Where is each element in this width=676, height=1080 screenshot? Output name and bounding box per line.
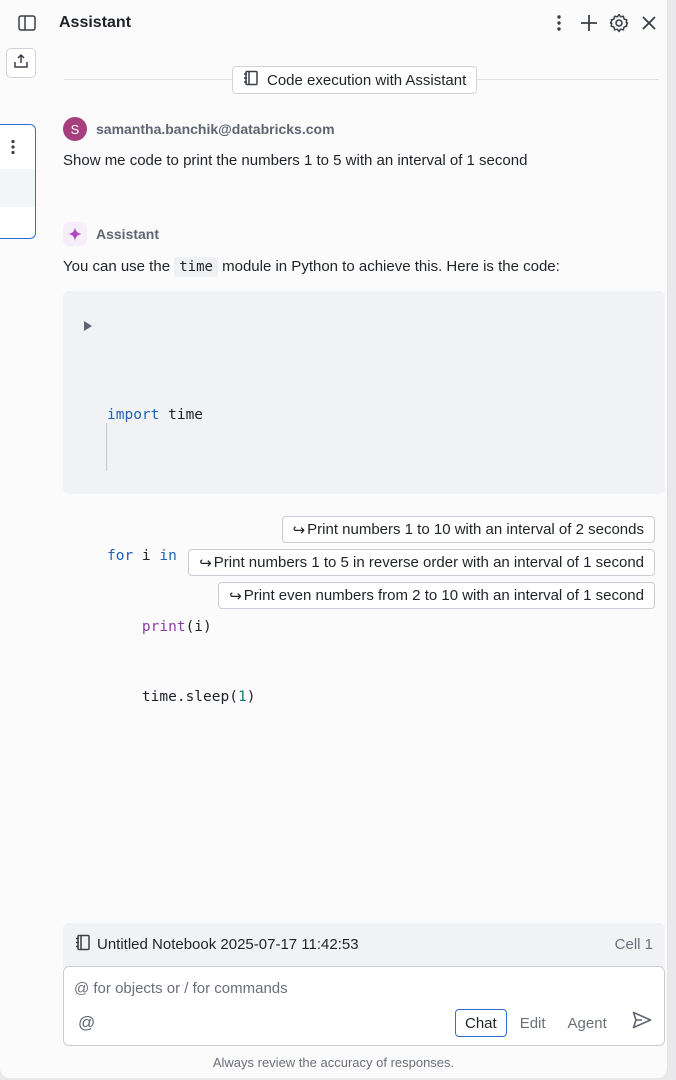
sparkle-icon <box>63 222 87 246</box>
avatar: S <box>63 117 87 141</box>
code-token: (i) <box>185 618 212 635</box>
code-line: time.sleep(1) <box>107 686 290 710</box>
inline-code: time <box>174 257 218 277</box>
indent-guide <box>106 423 107 471</box>
code-token: time.sleep( <box>141 689 238 705</box>
code-token: i <box>133 548 160 564</box>
gear-icon[interactable] <box>607 11 631 35</box>
code-line: import time <box>107 404 290 428</box>
notebook-icon <box>243 70 259 90</box>
chat-input[interactable]: @ for objects or / for commands @ Chat E… <box>63 966 665 1046</box>
assistant-name: Assistant <box>96 226 160 242</box>
context-divider: Code execution with Assistant <box>64 66 659 94</box>
user-message-header: S samantha.banchik@databricks.com <box>63 117 335 141</box>
mode-agent[interactable]: Agent <box>559 1009 616 1037</box>
code-line: print(i) <box>107 616 290 640</box>
more-vertical-icon[interactable] <box>11 139 15 159</box>
assistant-panel: Assistant Code execution with Assistant <box>0 0 668 1078</box>
left-rail <box>0 0 44 1078</box>
header-actions <box>547 11 661 35</box>
code-token: ) <box>246 689 256 705</box>
suggestion-label: Print numbers 1 to 5 in reverse order wi… <box>213 554 644 571</box>
code-block: import time for i in range(1, 6): print(… <box>63 291 665 705</box>
context-chip[interactable]: Code execution with Assistant <box>232 66 478 94</box>
assistant-text-after: module in Python to achieve this. Here i… <box>217 258 560 275</box>
code-token: time <box>159 407 204 423</box>
code-token: in <box>159 548 177 564</box>
code-token: for <box>107 548 134 564</box>
code-token: print <box>141 618 186 635</box>
sidebar-panel-icon[interactable] <box>14 10 40 36</box>
notebook-icon <box>75 934 91 955</box>
plus-icon[interactable] <box>577 11 601 35</box>
disclaimer: Always review the accuracy of responses. <box>212 1055 455 1070</box>
reply-arrow-icon: ↪ <box>292 521 306 539</box>
mode-switcher: Chat Edit Agent <box>455 1008 616 1038</box>
suggestion-label: Print numbers 1 to 10 with an interval o… <box>307 521 644 538</box>
mode-edit[interactable]: Edit <box>511 1009 555 1037</box>
mode-chat[interactable]: Chat <box>455 1009 507 1037</box>
cell-label: Cell 1 <box>614 936 653 953</box>
reply-arrow-icon: ↪ <box>229 587 242 605</box>
assistant-message-text: You can use the time module in Python to… <box>63 257 560 277</box>
code-token: import <box>107 407 160 423</box>
user-message-text: Show me code to print the numbers 1 to 5… <box>63 152 528 169</box>
suggestion-button[interactable]: ↪ Print even numbers from 2 to 10 with an… <box>218 582 655 609</box>
close-icon[interactable] <box>637 11 661 35</box>
suggestion-label: Print even numbers from 2 to 10 with an … <box>243 587 644 604</box>
send-icon[interactable] <box>632 1011 652 1033</box>
reply-arrow-icon: ↪ <box>199 554 212 572</box>
export-button[interactable] <box>6 48 36 78</box>
assistant-message-header: Assistant <box>63 222 159 246</box>
input-placeholder: @ for objects or / for commands <box>74 980 288 997</box>
play-icon[interactable] <box>83 319 95 331</box>
more-vertical-icon[interactable] <box>547 11 571 35</box>
suggestion-button[interactable]: ↪ Print numbers 1 to 5 in reverse order w… <box>188 549 655 576</box>
code-token: 1 <box>237 689 247 705</box>
notebook-title: Untitled Notebook 2025-07-17 11:42:53 <box>97 936 359 953</box>
user-email: samantha.banchik@databricks.com <box>96 121 335 137</box>
suggestion-button[interactable]: ↪ Print numbers 1 to 10 with an interval … <box>281 516 655 543</box>
notebook-cell-preview[interactable] <box>0 124 36 239</box>
mention-button[interactable]: @ <box>78 1013 95 1033</box>
panel-title: Assistant <box>59 14 132 31</box>
share-upload-icon <box>13 53 29 73</box>
assistant-header: Assistant <box>44 0 667 46</box>
assistant-text-before: You can use the <box>63 258 175 275</box>
notebook-context-bar: Untitled Notebook 2025-07-17 11:42:53 Ce… <box>63 923 665 967</box>
cell-preview-fill <box>0 169 35 207</box>
context-chip-label: Code execution with Assistant <box>267 71 467 89</box>
